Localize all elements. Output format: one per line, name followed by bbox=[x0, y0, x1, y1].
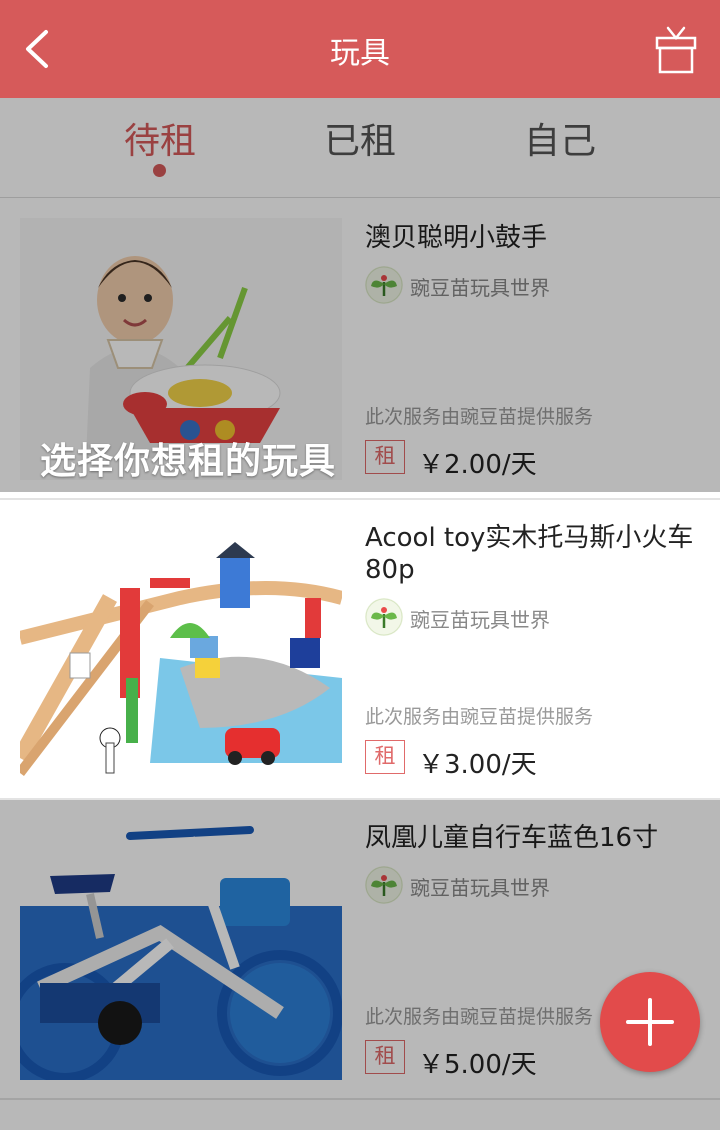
service-note: 此次服务由豌豆苗提供服务 bbox=[365, 1006, 594, 1028]
product-image bbox=[20, 818, 342, 1080]
app-header: 玩具 bbox=[0, 0, 720, 98]
shop-logo bbox=[365, 266, 403, 304]
shop-name: 豌豆苗玩具世界 bbox=[410, 608, 550, 632]
item-price: ￥3.00/天 bbox=[418, 750, 537, 780]
shop-logo bbox=[365, 866, 403, 904]
gift-box-icon bbox=[655, 26, 697, 74]
tab-available[interactable]: 待租 bbox=[90, 112, 230, 164]
shop-name: 豌豆苗玩具世界 bbox=[410, 276, 550, 300]
list-item[interactable] bbox=[0, 1100, 720, 1130]
list-item[interactable]: Acool toy实木托马斯小火车80p 豌豆苗玩具世界 此次服务由豌豆苗提供服… bbox=[0, 500, 720, 800]
item-price: ￥2.00/天 bbox=[418, 450, 537, 480]
item-title: Acool toy实木托马斯小火车80p bbox=[365, 523, 694, 585]
shop-logo bbox=[365, 598, 403, 636]
rent-badge: 租 bbox=[365, 740, 405, 774]
page-title: 玩具 bbox=[330, 36, 390, 71]
service-note: 此次服务由豌豆苗提供服务 bbox=[365, 406, 594, 428]
add-button[interactable] bbox=[600, 972, 700, 1072]
gift-button[interactable] bbox=[654, 22, 698, 76]
tab-mine[interactable]: 自己 bbox=[490, 112, 630, 164]
rent-badge: 租 bbox=[365, 1040, 405, 1074]
product-image bbox=[20, 518, 342, 780]
plus-icon bbox=[626, 998, 674, 1046]
service-note: 此次服务由豌豆苗提供服务 bbox=[365, 706, 594, 728]
product-image bbox=[20, 218, 342, 480]
item-price: ￥5.00/天 bbox=[418, 1050, 537, 1080]
tab-rented[interactable]: 已租 bbox=[290, 112, 430, 164]
shop-name: 豌豆苗玩具世界 bbox=[410, 876, 550, 900]
tab-bar: 待租 已租 自己 bbox=[0, 98, 720, 198]
item-title: 澳贝聪明小鼓手 bbox=[365, 223, 548, 253]
rent-badge: 租 bbox=[365, 440, 405, 474]
list-item[interactable]: 澳贝聪明小鼓手 豌豆苗玩具世界 此次服务由豌豆苗提供服务 租 ￥2.00/天 bbox=[0, 200, 720, 500]
item-title: 凤凰儿童自行车蓝色16寸 bbox=[365, 823, 659, 853]
active-tab-indicator bbox=[153, 164, 166, 177]
